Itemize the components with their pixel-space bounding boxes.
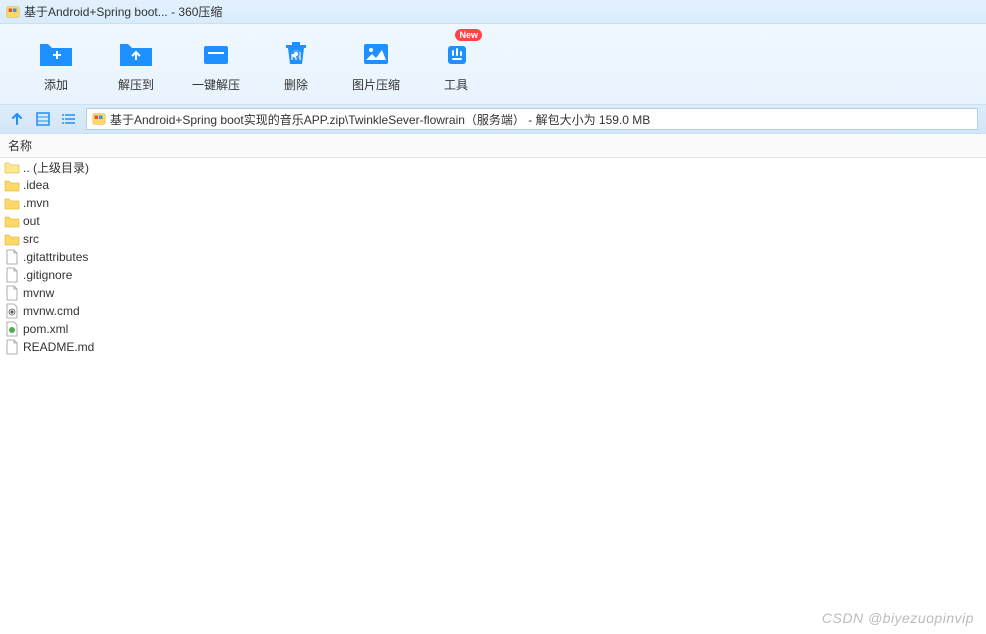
list-item-parent[interactable]: .. (上级目录) [0,158,986,176]
delete-icon [276,36,316,68]
file-list: .. (上级目录) .idea .mvn out src .gitattribu… [0,158,986,356]
file-name: pom.xml [23,322,68,336]
window-titlebar: 基于Android+Spring boot... - 360压缩 [0,0,986,24]
view-detail-button[interactable] [34,110,52,128]
image-compress-icon [356,36,396,68]
list-item[interactable]: .mvn [0,194,986,212]
view-list-button[interactable] [60,110,78,128]
column-header[interactable]: 名称 [0,134,986,158]
tools-button[interactable]: New 工具 [416,29,496,99]
folder-icon [4,195,20,211]
file-name: mvnw [23,286,54,300]
file-name: .gitignore [23,268,72,282]
add-icon [36,36,76,68]
file-name: .mvn [23,196,49,210]
folder-icon [4,213,20,229]
new-badge: New [455,29,482,41]
window-title: 基于Android+Spring boot... - 360压缩 [24,3,222,20]
list-item[interactable]: pom.xml [0,320,986,338]
extract-label: 解压到 [118,76,154,93]
file-icon [4,267,20,283]
folder-icon [4,177,20,193]
path-input[interactable]: 基于Android+Spring boot实现的音乐APP.zip\Twinkl… [86,108,978,130]
file-name: .idea [23,178,49,192]
file-icon [4,285,20,301]
extract-icon [116,36,156,68]
main-toolbar: 添加 解压到 一键解压 删除 图片压缩 New 工具 [0,24,986,104]
file-name: mvnw.cmd [23,304,80,318]
cmd-file-icon [4,303,20,319]
list-item[interactable]: mvnw.cmd [0,302,986,320]
list-item[interactable]: out [0,212,986,230]
file-name: out [23,214,40,228]
watermark: CSDN @biyezuopinvip [822,610,974,626]
folder-up-icon [4,159,20,175]
xml-file-icon [4,321,20,337]
delete-label: 删除 [284,76,308,93]
app-icon [6,5,20,19]
list-item[interactable]: .idea [0,176,986,194]
list-item[interactable]: README.md [0,338,986,356]
list-item[interactable]: .gitignore [0,266,986,284]
file-name: .gitattributes [23,250,88,264]
archive-icon [92,112,106,126]
list-item[interactable]: src [0,230,986,248]
column-name: 名称 [8,137,32,154]
file-icon [4,249,20,265]
file-name: README.md [23,340,94,354]
file-name: src [23,232,39,246]
add-label: 添加 [44,76,68,93]
oneclick-icon [196,36,236,68]
oneclick-extract-button[interactable]: 一键解压 [176,29,256,99]
add-button[interactable]: 添加 [16,29,96,99]
up-button[interactable] [8,110,26,128]
path-bar: 基于Android+Spring boot实现的音乐APP.zip\Twinkl… [0,104,986,134]
path-text: 基于Android+Spring boot实现的音乐APP.zip\Twinkl… [110,111,650,128]
oneclick-label: 一键解压 [192,76,240,93]
image-compress-label: 图片压缩 [352,76,400,93]
image-compress-button[interactable]: 图片压缩 [336,29,416,99]
delete-button[interactable]: 删除 [256,29,336,99]
file-icon [4,339,20,355]
tools-label: 工具 [444,76,468,93]
folder-icon [4,231,20,247]
extract-button[interactable]: 解压到 [96,29,176,99]
list-item[interactable]: .gitattributes [0,248,986,266]
list-item[interactable]: mvnw [0,284,986,302]
file-name: .. (上级目录) [23,159,89,176]
